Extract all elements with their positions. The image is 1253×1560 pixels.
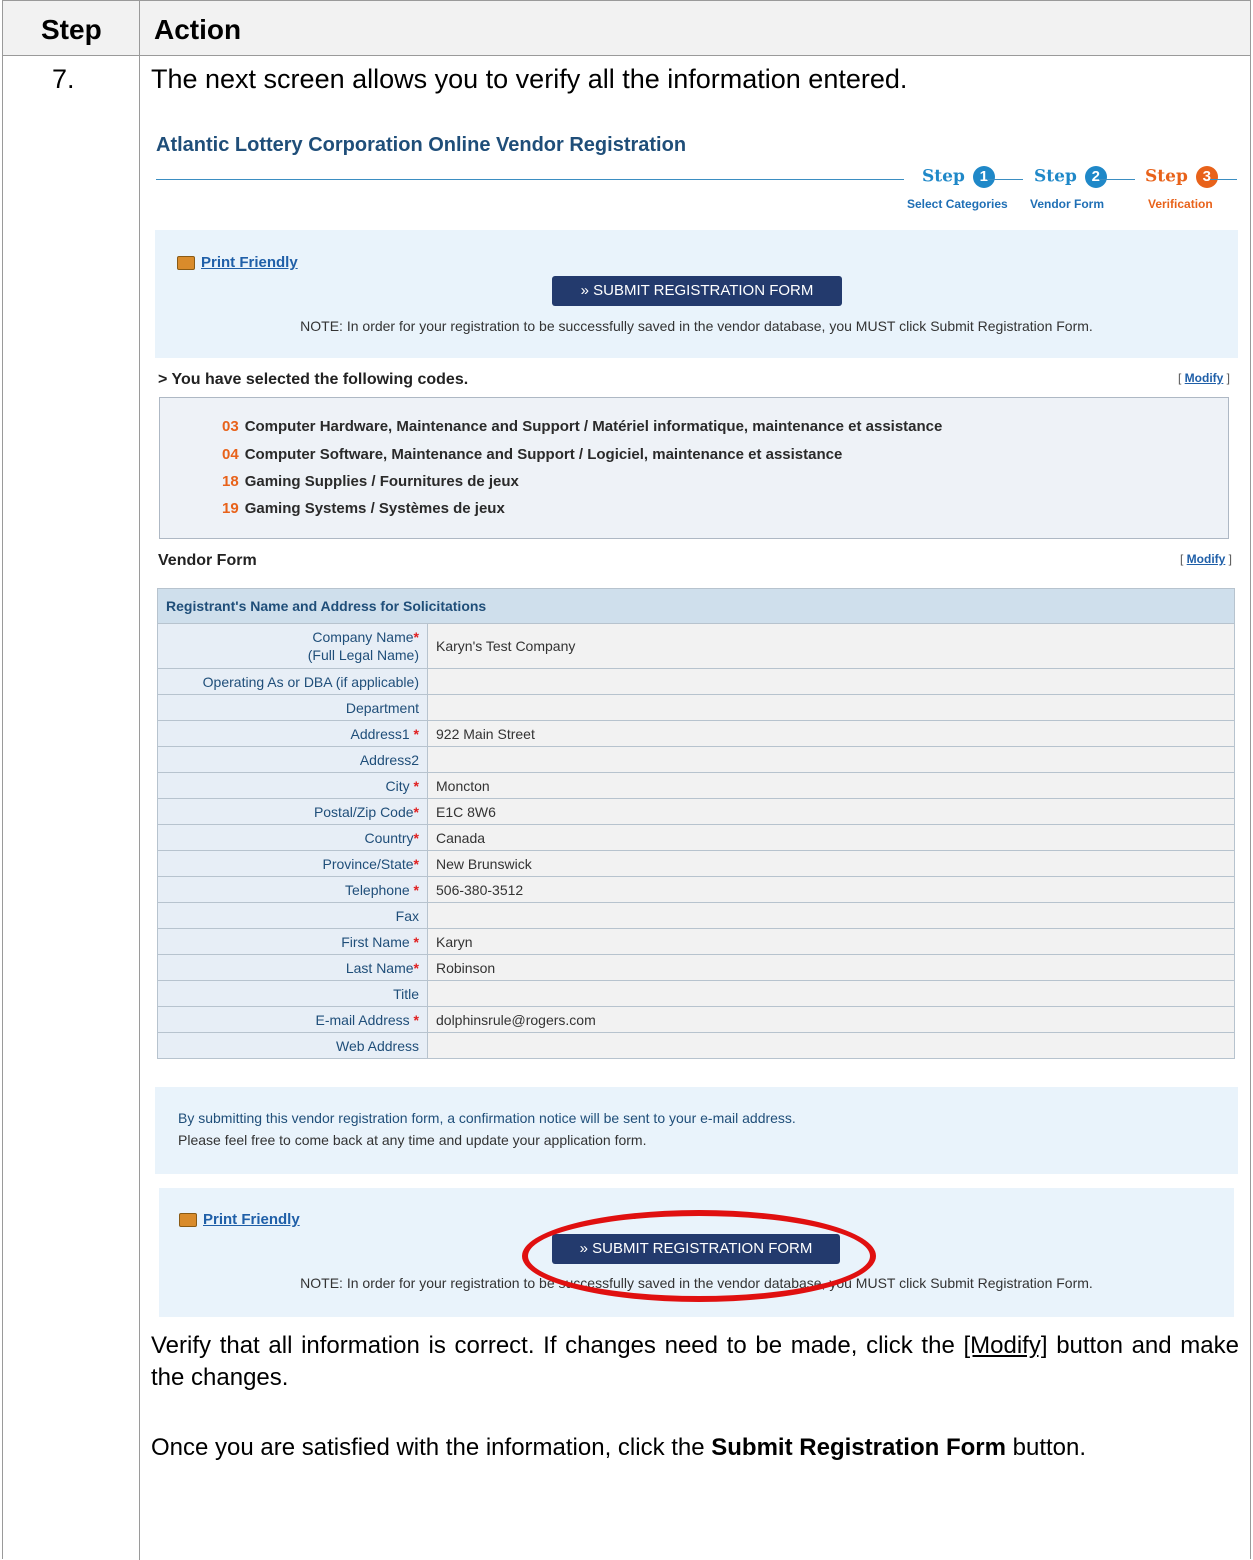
title-rule xyxy=(156,179,904,180)
instruction-paragraph-2: Once you are satisfied with the informat… xyxy=(151,1434,1087,1461)
step-label-1: Select Categories xyxy=(907,197,1008,211)
step-number: 7. xyxy=(52,64,75,94)
list-item: 18 Gaming Supplies / Fournitures de jeux xyxy=(222,473,519,490)
submit-registration-button[interactable]: » SUBMIT REGISTRATION FORM xyxy=(552,276,842,306)
printer-icon xyxy=(177,256,195,271)
step-indicator-1: Step 1 xyxy=(922,166,995,188)
print-friendly-link[interactable]: Print Friendly xyxy=(177,254,298,271)
intro-text: The next screen allows you to verify all… xyxy=(151,64,908,94)
table-title: Registrant's Name and Address for Solici… xyxy=(157,588,1235,624)
highlight-ellipse xyxy=(522,1210,876,1302)
confirm-line-1: By submitting this vendor registration f… xyxy=(178,1110,796,1126)
modify-codes-link[interactable]: [ Modify ] xyxy=(1178,371,1230,385)
table-row: Address1 * 922 Main Street xyxy=(157,720,1235,747)
submit-panel-top: Print Friendly » SUBMIT REGISTRATION FOR… xyxy=(155,230,1238,358)
row-label: Company Name* (Full Legal Name) xyxy=(157,623,428,669)
codes-heading: > You have selected the following codes. xyxy=(158,371,469,388)
codes-list: 03 Computer Hardware, Maintenance and Sup… xyxy=(159,397,1229,539)
step-indicator-2: Step 2 xyxy=(1034,166,1107,188)
table-row: Fax xyxy=(157,902,1235,929)
column-header-step: Step xyxy=(41,14,102,45)
step-indicator-3: Step 3 xyxy=(1145,166,1218,188)
table-row: Department xyxy=(157,694,1235,721)
list-item: 04 Computer Software, Maintenance and Sup… xyxy=(222,446,843,463)
vendor-table: Registrant's Name and Address for Solici… xyxy=(157,588,1235,1059)
table-row: Operating As or DBA (if applicable) xyxy=(157,668,1235,695)
confirmation-panel: By submitting this vendor registration f… xyxy=(155,1087,1238,1174)
submit-note: NOTE: In order for your registration to … xyxy=(300,318,1093,334)
confirm-line-2: Please feel free to come back at any tim… xyxy=(178,1132,647,1148)
table-row: Country* Canada xyxy=(157,824,1235,851)
table-row: First Name * Karyn xyxy=(157,928,1235,955)
table-row: Web Address xyxy=(157,1032,1235,1059)
table-row: City * Moncton xyxy=(157,772,1235,799)
table-row: Company Name* (Full Legal Name) Karyn's T… xyxy=(157,623,1235,669)
vendor-form-heading: Vendor Form xyxy=(158,552,257,569)
modify-reference: [Modify] xyxy=(963,1332,1048,1359)
table-row: Last Name* Robinson xyxy=(157,954,1235,981)
table-row: Postal/Zip Code* E1C 8W6 xyxy=(157,798,1235,825)
modify-vendor-link[interactable]: [ Modify ] xyxy=(1180,552,1232,566)
instruction-paragraph-1: Verify that all information is correct. … xyxy=(151,1332,1239,1391)
step-label-3: Verification xyxy=(1148,197,1213,211)
column-header-action: Action xyxy=(154,14,242,45)
printer-icon xyxy=(179,1213,197,1228)
table-row: E-mail Address * dolphinsrule@rogers.com xyxy=(157,1006,1235,1033)
column-divider xyxy=(139,1,140,1560)
screenshot: Atlantic Lottery Corporation Online Vend… xyxy=(150,120,1240,1320)
list-item: 03 Computer Hardware, Maintenance and Sup… xyxy=(222,418,943,435)
row-value: Karyn's Test Company xyxy=(427,623,1235,669)
table-row: Telephone * 506-380-3512 xyxy=(157,876,1235,903)
app-title: Atlantic Lottery Corporation Online Vend… xyxy=(156,134,687,156)
print-friendly-link[interactable]: Print Friendly xyxy=(179,1211,300,1228)
table-row: Address2 xyxy=(157,746,1235,773)
table-row: Province/State* New Brunswick xyxy=(157,850,1235,877)
table-row: Title xyxy=(157,980,1235,1007)
list-item: 19 Gaming Systems / Systèmes de jeux xyxy=(222,500,505,517)
step-label-2: Vendor Form xyxy=(1030,197,1105,211)
